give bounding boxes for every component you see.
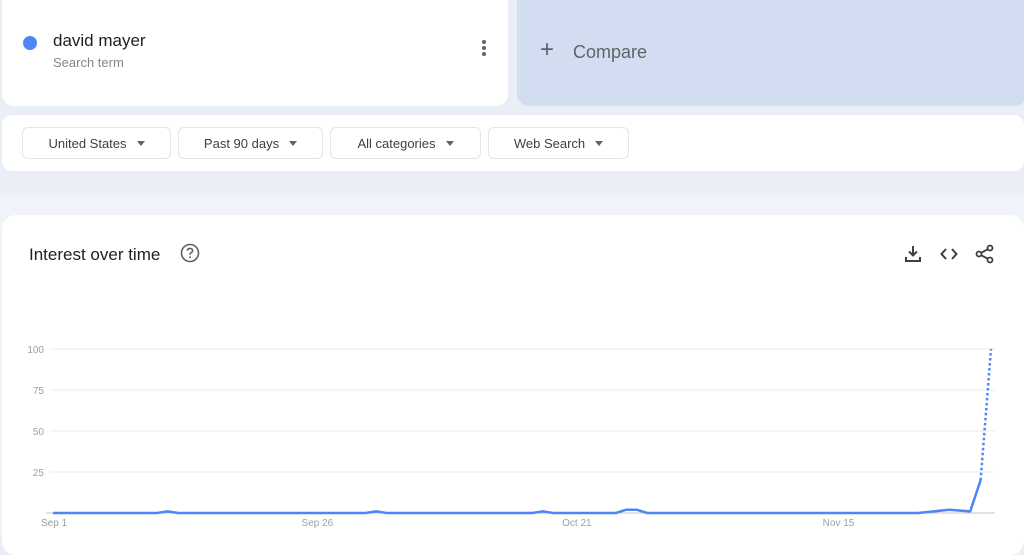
y-tick-label: 50 xyxy=(33,427,45,438)
series-partial-line xyxy=(979,348,993,481)
y-tick-label: 75 xyxy=(33,386,45,397)
line-chart: 25 50 75 100 Sep 1 Sep 26 Oct 21 Nov 15 xyxy=(27,345,995,529)
x-tick-label: Nov 15 xyxy=(823,518,855,529)
y-tick-label: 25 xyxy=(33,468,45,479)
x-tick-label: Sep 26 xyxy=(302,518,334,529)
y-tick-label: 100 xyxy=(27,345,44,356)
x-tick-label: Sep 1 xyxy=(41,518,68,529)
x-tick-label: Oct 21 xyxy=(562,518,592,529)
series-line xyxy=(53,479,982,515)
